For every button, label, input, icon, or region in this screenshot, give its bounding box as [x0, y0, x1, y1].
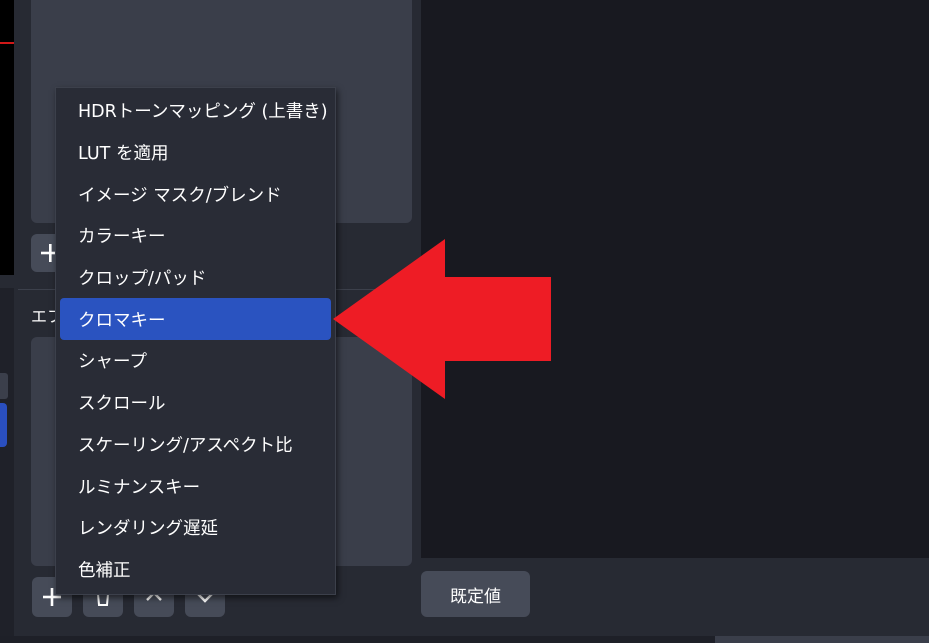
menu-item-color-correction[interactable]: 色補正 [56, 549, 335, 591]
menu-item-sharpen[interactable]: シャープ [56, 340, 335, 382]
red-arrow-icon [333, 239, 551, 399]
selected-scene-item[interactable] [0, 403, 7, 447]
menu-item-chroma-key[interactable]: クロマキー [56, 298, 335, 340]
menu-item-luma-key[interactable]: ルミナンスキー [56, 465, 335, 507]
menu-item-scroll[interactable]: スクロール [56, 382, 335, 424]
status-bar-edge-right [715, 636, 929, 643]
scenes-panel-edge [0, 288, 14, 643]
preview-guide-line [0, 42, 14, 44]
filter-type-menu[interactable]: HDRトーンマッピング (上書き) LUT を適用 イメージ マスク/ブレンド … [55, 87, 336, 595]
preview-canvas [0, 0, 14, 275]
dock-tab-icon[interactable] [0, 373, 8, 399]
defaults-button[interactable]: 既定値 [421, 571, 530, 617]
menu-item-apply-lut[interactable]: LUT を適用 [56, 132, 335, 174]
menu-item-crop-pad[interactable]: クロップ/パッド [56, 257, 335, 299]
menu-item-scaling-aspect[interactable]: スケーリング/アスペクト比 [56, 424, 335, 466]
menu-item-image-mask-blend[interactable]: イメージ マスク/ブレンド [56, 173, 335, 215]
menu-item-hdr-tonemap[interactable]: HDRトーンマッピング (上書き) [56, 90, 335, 132]
menu-item-color-key[interactable]: カラーキー [56, 215, 335, 257]
menu-item-render-delay[interactable]: レンダリング遅延 [56, 507, 335, 549]
